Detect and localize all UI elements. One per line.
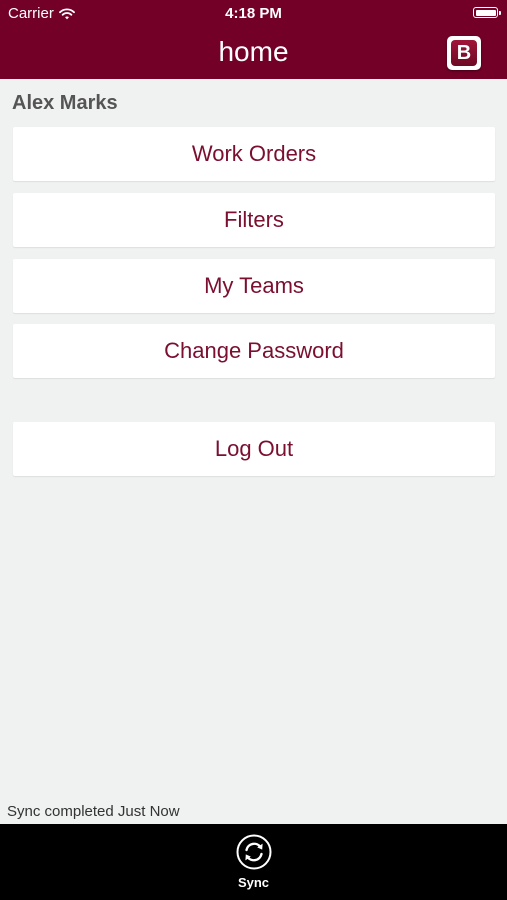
battery-icon (473, 7, 501, 18)
status-bar: Carrier 4:18 PM (0, 0, 507, 28)
logo-icon[interactable]: B (447, 36, 481, 70)
sync-tab-label: Sync (237, 875, 270, 890)
user-name: Alex Marks (12, 92, 118, 114)
filters-button[interactable]: Filters (13, 193, 495, 247)
log-out-button[interactable]: Log Out (13, 422, 495, 476)
my-teams-button[interactable]: My Teams (13, 259, 495, 313)
tab-bar: Sync (0, 824, 507, 900)
page-title: home (218, 36, 289, 67)
status-time: 4:18 PM (225, 5, 282, 22)
nav-header: Carrier 4:18 PM home B (0, 0, 507, 79)
sync-icon (236, 834, 272, 870)
sync-status-text: Sync completed Just Now (7, 803, 180, 820)
logo-letter: B (451, 40, 477, 66)
change-password-button[interactable]: Change Password (13, 324, 495, 378)
work-orders-button[interactable]: Work Orders (13, 127, 495, 181)
sync-tab-button[interactable]: Sync (236, 834, 272, 890)
